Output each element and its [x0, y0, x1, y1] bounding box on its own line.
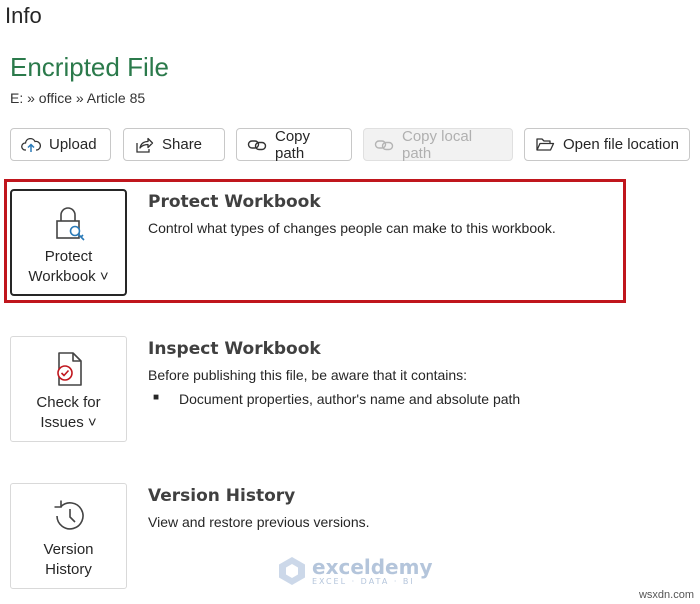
version-history-label: Version History — [43, 540, 93, 580]
cloud-upload-icon — [21, 137, 41, 152]
lock-key-icon — [55, 207, 85, 241]
history-label-line2: History — [45, 561, 92, 578]
copy-local-path-button[interactable]: Copy local path — [363, 127, 513, 162]
copy-local-path-label: Copy local path — [402, 127, 473, 162]
file-name: Encripted File — [10, 52, 169, 82]
document-check-icon — [56, 352, 82, 386]
history-section-description: View and restore previous versions. — [148, 514, 370, 530]
copy-path-button[interactable]: Copy path — [236, 127, 352, 162]
protect-label-line1: Protect — [44, 248, 93, 265]
history-clock-icon — [54, 500, 84, 530]
copy-path-label: Copy path — [275, 127, 311, 162]
share-label: Share — [162, 136, 203, 153]
issues-label-line2: Issues ˅ — [40, 414, 97, 431]
share-button[interactable]: Share — [123, 128, 225, 161]
check-for-issues-label: Check for Issues ˅ — [36, 393, 100, 433]
file-path-breadcrumb[interactable]: E: » office » Article 85 — [10, 90, 145, 106]
exceldemy-logo-icon — [279, 557, 305, 585]
history-label-line1: Version — [43, 541, 94, 558]
protect-workbook-label: Protect Workbook ˅ — [28, 247, 108, 287]
corner-watermark: wsxdn.com — [638, 589, 694, 601]
inspect-item: Document properties, author's name and a… — [179, 391, 521, 407]
link-icon — [247, 139, 267, 150]
upload-label: Upload — [49, 136, 97, 153]
protect-label-line2: Workbook ˅ — [28, 268, 109, 285]
open-file-location-button[interactable]: Open file location — [524, 128, 690, 161]
inspect-section-title: Inspect Workbook — [148, 339, 321, 359]
inspect-section-description: Before publishing this file, be aware th… — [148, 367, 468, 383]
inspect-item-bullet: ■ — [153, 392, 160, 403]
watermark-title: exceldemy — [312, 554, 433, 579]
check-for-issues-button[interactable]: Check for Issues ˅ — [10, 336, 127, 442]
watermark-subtitle: EXCEL · DATA · BI — [312, 576, 415, 586]
protect-section-description: Control what types of changes people can… — [148, 220, 556, 236]
upload-button[interactable]: Upload — [10, 128, 111, 161]
share-icon — [136, 137, 154, 153]
protect-workbook-button[interactable]: Protect Workbook ˅ — [10, 189, 127, 296]
protect-section-title: Protect Workbook — [148, 192, 321, 212]
issues-label-line1: Check for — [36, 394, 101, 411]
link-icon — [374, 139, 394, 150]
open-file-location-label: Open file location — [563, 136, 679, 153]
history-section-title: Version History — [148, 486, 296, 506]
version-history-button[interactable]: Version History — [10, 483, 127, 589]
folder-open-icon — [536, 137, 555, 151]
page-title: Info — [5, 3, 42, 28]
exceldemy-watermark: exceldemy EXCEL · DATA · BI — [278, 556, 433, 586]
